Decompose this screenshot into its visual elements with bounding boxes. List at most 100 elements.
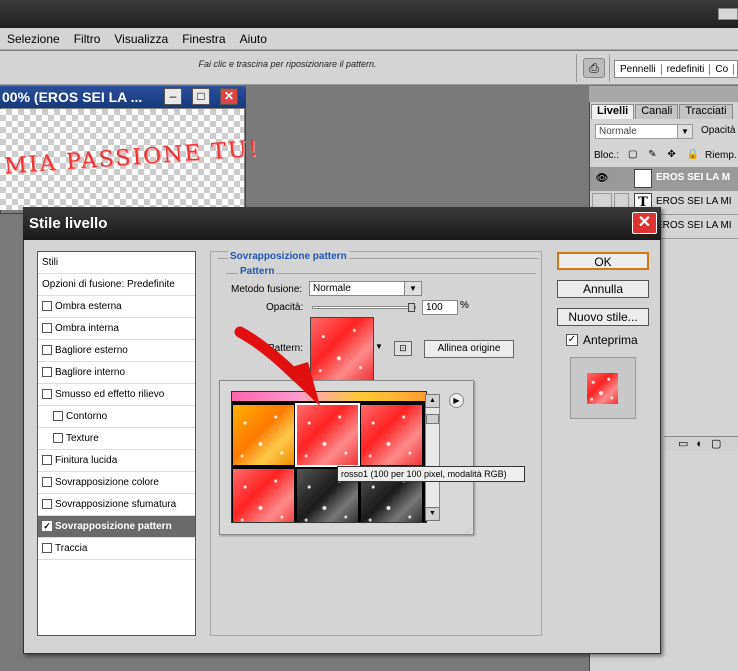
group-subtitle: Pattern <box>238 266 277 277</box>
menu-item-finestra[interactable]: Finestra <box>175 32 232 46</box>
style-item-smusso-ed-effetto-rilievo[interactable]: Smusso ed effetto rilievo <box>38 384 195 406</box>
menu-item-visualizza[interactable]: Visualizza <box>107 32 175 46</box>
pattern-tile[interactable] <box>233 469 294 522</box>
tab-co[interactable]: Co <box>710 63 735 75</box>
style-item-contorno[interactable]: Contorno <box>38 406 195 428</box>
opacity-slider-handle[interactable] <box>408 303 415 312</box>
style-checkbox[interactable] <box>42 543 52 554</box>
layers-tabs: Livelli Canali Tracciati <box>591 104 738 119</box>
text-layer-icon: T <box>634 169 652 188</box>
style-item-label: Ombra esterna <box>55 301 122 312</box>
opacity-slider[interactable] <box>312 306 416 309</box>
resize-grip-icon[interactable]: ⋰ <box>466 527 474 535</box>
tab-tracciati[interactable]: Tracciati <box>679 104 733 119</box>
preview-label: Anteprima <box>583 333 638 347</box>
style-item-ombra-esterna[interactable]: Ombra esterna <box>38 296 195 318</box>
style-item-label: Ombra interna <box>55 323 119 334</box>
style-checkbox[interactable] <box>42 367 52 378</box>
style-item-label: Smusso ed effetto rilievo <box>55 389 165 400</box>
opacity-label: Opacità: <box>266 302 304 313</box>
style-item-sovrapposizione-colore[interactable]: Sovrapposizione colore <box>38 472 195 494</box>
layers-opacity-label: Opacità <box>701 125 736 136</box>
options-hint-text: Fai clic e trascina per riposizionare il… <box>198 59 377 69</box>
style-item-label: Opzioni di fusione: Predefinite <box>42 279 175 290</box>
app-title-bar <box>0 0 738 28</box>
style-checkbox[interactable] <box>42 345 52 356</box>
options-separator <box>576 54 577 82</box>
scrollbar-thumb[interactable] <box>426 414 439 424</box>
preview-checkbox[interactable]: ✓ <box>566 334 578 346</box>
style-checkbox[interactable] <box>53 433 63 444</box>
opacity-input[interactable]: 100 <box>422 300 458 315</box>
tab-predefiniti[interactable]: redefiniti <box>662 63 711 75</box>
stamp-icon[interactable]: ⎙ <box>583 58 605 78</box>
menu-item-filtro[interactable]: Filtro <box>67 32 108 46</box>
style-checkbox[interactable] <box>42 323 52 334</box>
tab-livelli[interactable]: Livelli <box>591 104 635 119</box>
style-item-label: Texture <box>66 433 99 444</box>
ok-button[interactable]: OK <box>557 252 649 270</box>
app-window-button[interactable] <box>718 8 738 20</box>
style-item-bagliore-interno[interactable]: Bagliore interno <box>38 362 195 384</box>
style-checkbox[interactable] <box>53 411 63 422</box>
style-checkbox[interactable] <box>42 499 52 510</box>
style-item-opzioni-di-fusione-predefinite[interactable]: Opzioni di fusione: Predefinite <box>38 274 195 296</box>
pattern-tile[interactable] <box>233 405 294 465</box>
pattern-tile[interactable] <box>361 405 422 465</box>
dialog-title[interactable]: Stile livello <box>23 207 661 240</box>
style-item-label: Sovrapposizione colore <box>55 477 159 488</box>
style-item-texture[interactable]: Texture <box>38 428 195 450</box>
style-item-traccia[interactable]: Traccia <box>38 538 195 560</box>
blend-mode-label: Metodo fusione: <box>231 284 303 295</box>
layers-lock-label: Bloc.: <box>594 150 620 161</box>
style-item-finitura-lucida[interactable]: Finitura lucida <box>38 450 195 472</box>
style-item-sovrapposizione-pattern[interactable]: ✓ Sovrapposizione pattern <box>38 516 195 538</box>
layers-panel-header <box>589 86 738 102</box>
style-item-label: Bagliore esterno <box>55 345 128 356</box>
scroll-up-icon[interactable]: ▲ <box>425 394 440 408</box>
style-item-ombra-interna[interactable]: Ombra interna <box>38 318 195 340</box>
maximize-icon[interactable]: □ <box>192 88 210 105</box>
layer-name: EROS SEI LA MI <box>656 220 732 231</box>
style-item-stili[interactable]: Stili <box>38 252 195 274</box>
pattern-tooltip: rosso1 (100 per 100 pixel, modalità RGB) <box>337 466 525 482</box>
cancel-button[interactable]: Annulla <box>557 280 649 298</box>
menu-item-selezione[interactable]: Selezione <box>0 32 67 46</box>
eye-icon[interactable]: 👁 <box>592 169 612 188</box>
style-item-label: Sovrapposizione pattern <box>55 521 172 532</box>
close-icon[interactable]: ✕ <box>220 88 238 105</box>
menu-bar: Selezione Filtro Visualizza Finestra Aiu… <box>0 28 738 50</box>
style-item-sovrapposizione-sfumatura[interactable]: Sovrapposizione sfumatura <box>38 494 195 516</box>
brush-icon[interactable] <box>614 169 629 188</box>
layers-footer-icons[interactable]: ▭◐▢ <box>664 436 738 451</box>
layer-name: EROS SEI LA MI <box>656 196 732 207</box>
tab-pennelli[interactable]: Pennelli <box>615 63 662 75</box>
style-checkbox[interactable] <box>42 455 52 466</box>
style-preview-swatch <box>587 373 618 404</box>
minimize-icon[interactable]: – <box>164 88 182 105</box>
style-checkbox[interactable]: ✓ <box>42 521 52 532</box>
menu-item-aiuto[interactable]: Aiuto <box>233 32 274 46</box>
style-checkbox[interactable] <box>42 301 52 312</box>
align-origin-button[interactable]: Allinea origine <box>424 340 514 358</box>
style-item-label: Stili <box>42 257 59 268</box>
style-item-bagliore-esterno[interactable]: Bagliore esterno <box>38 340 195 362</box>
pattern-tile[interactable] <box>295 403 360 467</box>
new-preset-icon[interactable]: ⊡ <box>394 341 412 356</box>
close-icon[interactable]: ✕ <box>632 212 657 234</box>
scroll-down-icon[interactable]: ▼ <box>425 507 440 521</box>
chevron-down-icon[interactable]: ▼ <box>374 340 384 354</box>
style-checkbox[interactable] <box>42 389 52 400</box>
new-style-button[interactable]: Nuovo stile... <box>557 308 649 326</box>
lock-icons[interactable]: ▢ ✎ ✥ 🔒 <box>628 149 703 160</box>
tab-canali[interactable]: Canali <box>635 104 679 119</box>
picker-menu-icon[interactable]: ▶ <box>449 393 464 408</box>
chevron-down-icon[interactable]: ▼ <box>404 282 421 295</box>
options-separator <box>609 54 610 82</box>
chevron-down-icon[interactable]: ▼ <box>677 125 692 138</box>
style-item-label: Finitura lucida <box>55 455 118 466</box>
style-item-label: Contorno <box>66 411 108 422</box>
red-arrow-annotation <box>234 326 320 406</box>
layer-row[interactable]: 👁 T EROS SEI LA M <box>590 167 738 191</box>
style-checkbox[interactable] <box>42 477 52 488</box>
